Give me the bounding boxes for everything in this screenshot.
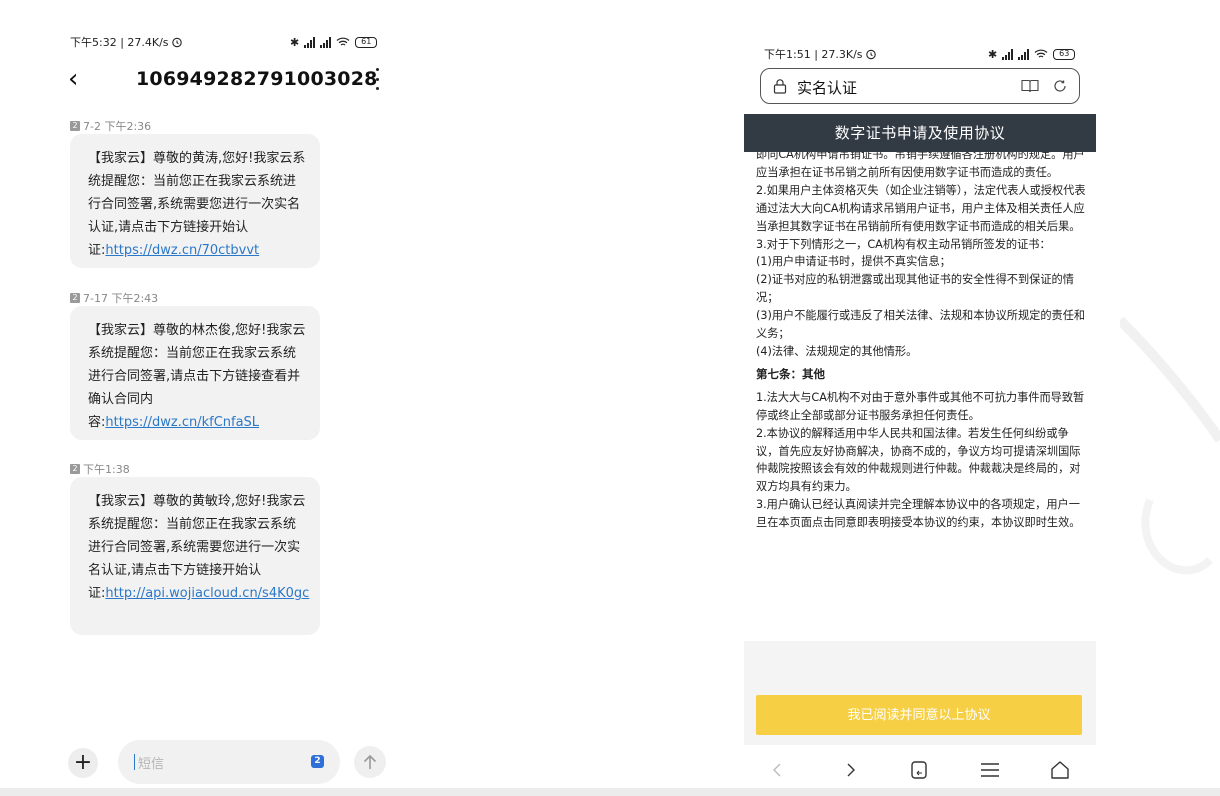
signal-2-icon xyxy=(1018,48,1030,60)
message-timestamp: 2 下午1:38 xyxy=(70,461,130,477)
address-bar[interactable]: 实名认证 xyxy=(760,68,1080,104)
message-timestamp: 2 7-17 下午2:43 xyxy=(70,290,158,306)
status-bar-right: ✱ 63 xyxy=(988,46,1076,62)
message-composer: + 短信 2 xyxy=(58,740,398,784)
alarm-icon xyxy=(171,37,182,48)
book-icon[interactable] xyxy=(1021,79,1039,93)
status-bar-right: ✱ 61 xyxy=(290,34,378,50)
reload-icon[interactable] xyxy=(1053,79,1067,93)
conversation-header: ‹ 106949282791003028 xyxy=(58,66,398,94)
agreement-body: 即向CA机构申请吊销证书。吊销手续遵循各注册机构的规定。用户应当承担在证书吊销之… xyxy=(756,152,1086,628)
message-bubble[interactable]: 【我家云】尊敬的林杰俊,您好!我家云系统提醒您：当前您正在我家云系统进行合同签署… xyxy=(70,306,320,440)
agreement-paragraph: (1)用户申请证书时，提供不真实信息； xyxy=(756,255,951,269)
sender-number: 106949282791003028 xyxy=(136,68,378,90)
agreement-title: 数字证书申请及使用协议 xyxy=(744,114,1096,152)
tabs-icon[interactable] xyxy=(904,754,936,786)
agree-button[interactable]: 我已阅读并同意以上协议 xyxy=(756,695,1082,735)
wifi-icon xyxy=(336,37,350,46)
chevron-left-icon[interactable]: ‹ xyxy=(68,66,78,92)
bluetooth-icon: ✱ xyxy=(290,35,300,49)
send-arrow-glyph xyxy=(363,754,377,769)
message-link[interactable]: https://dwz.cn/kfCnfaSL xyxy=(105,415,259,430)
bluetooth-icon: ✱ xyxy=(988,47,998,61)
message-text: 【我家云】尊敬的黄涛,您好!我家云系统提醒您：当前您正在我家云系统进行合同签署,… xyxy=(88,151,306,258)
more-vertical-icon[interactable] xyxy=(374,68,380,90)
agreement-paragraph: (4)法律、法规规定的其他情形。 xyxy=(756,344,918,358)
home-icon[interactable] xyxy=(1044,754,1076,786)
message-timestamp: 2 7-2 下午2:36 xyxy=(70,118,151,134)
status-bar-left: 下午5:32 | 27.4K/s xyxy=(70,34,183,50)
alarm-icon xyxy=(865,49,876,60)
message-link[interactable]: https://dwz.cn/70ctbvvt xyxy=(105,243,259,258)
battery-icon: 61 xyxy=(355,36,378,48)
signal-icon xyxy=(304,36,316,48)
browser-nav-bar xyxy=(744,750,1096,790)
watermark-stroke xyxy=(1120,316,1220,575)
agreement-paragraph: 3.用户确认已经认真阅读并完全理解本协议中的各项规定，用户一旦在本页面点击同意即… xyxy=(756,498,1081,530)
message-link[interactable]: http://api.wojiacloud.cn/s4K0gc xyxy=(105,586,309,601)
text-caret xyxy=(134,754,135,770)
agreement-paragraph: (2)证书对应的私钥泄露或出现其他证书的安全性得不到保证的情况； xyxy=(756,273,1074,305)
agreement-paragraph: 2.本协议的解释适用中华人民共和国法律。若发生任何纠纷或争议，首先应友好协商解决… xyxy=(756,426,1081,494)
agreement-paragraph: 3.对于下列情形之一，CA机构有权主动吊销所签发的证书： xyxy=(756,237,1051,251)
wifi-icon xyxy=(1034,49,1048,58)
sms-placeholder: 短信 xyxy=(138,757,165,772)
status-time-speed: 下午5:32 | 27.4K/s xyxy=(70,36,169,49)
bottom-divider xyxy=(0,788,1220,796)
sms-screen: 下午5:32 | 27.4K/s ✱ 61 ‹ 1069492827910030… xyxy=(58,24,398,788)
message-bubble[interactable]: 【我家云】尊敬的黄敏玲,您好!我家云系统提醒您：当前您正在我家云系统进行合同签署… xyxy=(70,477,320,635)
agreement-paragraph: 2.如果用户主体资格灭失（如企业注销等），法定代表人或授权代表通过法大大向CA机… xyxy=(756,183,1086,233)
page-title: 实名认证 xyxy=(797,79,858,97)
battery-icon: 63 xyxy=(1053,48,1076,60)
chevron-left-icon[interactable] xyxy=(762,754,794,786)
sim-card-icon: 2 xyxy=(70,293,80,303)
agreement-footer: 我已阅读并同意以上协议 xyxy=(744,641,1096,745)
message-text: 【我家云】尊敬的林杰俊,您好!我家云系统提醒您：当前您正在我家云系统进行合同签署… xyxy=(88,323,306,430)
sim-card-icon: 2 xyxy=(70,121,80,131)
section-heading: 第七条：其他 xyxy=(756,366,825,381)
chevron-right-icon[interactable] xyxy=(834,754,866,786)
agreement-paragraph: 1.法大大与CA机构不对由于意外事件或其他不可抗力事件而导致暂停或终止全部或部分… xyxy=(756,390,1085,422)
lock-icon xyxy=(773,79,787,94)
sim-select-icon[interactable]: 2 xyxy=(311,755,324,768)
message-bubble[interactable]: 【我家云】尊敬的黄涛,您好!我家云系统提醒您：当前您正在我家云系统进行合同签署,… xyxy=(70,134,320,268)
screenshot-canvas: 下午5:32 | 27.4K/s ✱ 61 ‹ 1069492827910030… xyxy=(0,0,1220,796)
plus-icon[interactable]: + xyxy=(68,748,98,778)
agreement-paragraph: 即向CA机构申请吊销证书。吊销手续遵循各注册机构的规定。用户应当承担在证书吊销之… xyxy=(756,152,1085,179)
message-text: 【我家云】尊敬的黄敏玲,您好!我家云系统提醒您：当前您正在我家云系统进行合同签署… xyxy=(88,494,306,601)
sms-input[interactable]: 短信 2 xyxy=(118,740,340,784)
status-time-speed: 下午1:51 | 27.3K/s xyxy=(764,48,863,61)
signal-icon xyxy=(1002,48,1014,60)
menu-icon[interactable] xyxy=(974,754,1006,786)
signal-2-icon xyxy=(320,36,332,48)
status-bar-left: 下午1:51 | 27.3K/s xyxy=(764,46,877,62)
agreement-paragraph: (3)用户不能履行或违反了相关法律、法规和本协议所规定的责任和义务； xyxy=(756,309,1086,341)
arrow-up-icon[interactable] xyxy=(354,746,386,778)
sim-card-icon: 2 xyxy=(70,464,80,474)
browser-screen: 下午1:51 | 27.3K/s ✱ 63 实名认证 数字证书申请及使用协议 即… xyxy=(744,38,1096,788)
